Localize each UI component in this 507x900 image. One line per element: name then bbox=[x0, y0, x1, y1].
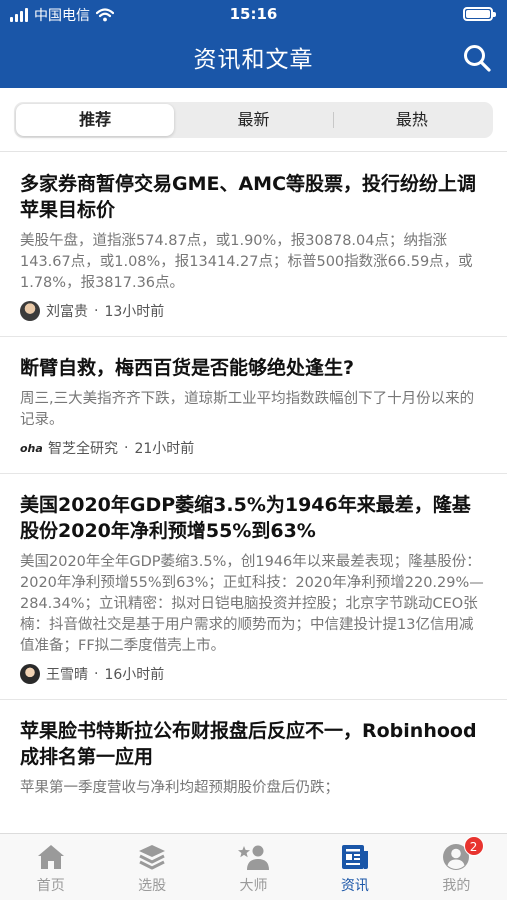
article-summary: 苹果第一季度营收与净利均超预期股价盘后仍跌； bbox=[20, 780, 339, 796]
author-name: 刘富贵 bbox=[46, 304, 88, 320]
meta-separator: · bbox=[124, 440, 129, 456]
segment-bar: 推荐 最新 最热 bbox=[0, 88, 507, 152]
tab-news[interactable]: 资讯 bbox=[304, 834, 405, 900]
article-time: 16小时前 bbox=[104, 667, 165, 683]
article-summary: 周三,三大美指齐齐下跌，道琼斯工业平均指数跌幅创下了十月份以来的记录。 bbox=[20, 391, 475, 428]
author-logo: ohai bbox=[20, 441, 42, 455]
tab-label: 我的 bbox=[442, 878, 471, 894]
segment-latest[interactable]: 最新 bbox=[174, 104, 332, 136]
article-time: 13小时前 bbox=[104, 304, 165, 320]
article-meta: 刘富贵 · 13小时前 bbox=[20, 300, 487, 322]
article-summary: 美国2020年全年GDP萎缩3.5%，创1946年以来最差表现；隆基股份：202… bbox=[20, 554, 484, 654]
article-time: 21小时前 bbox=[134, 441, 195, 457]
meta-separator: · bbox=[94, 666, 99, 682]
tab-profile[interactable]: 2 我的 bbox=[406, 834, 507, 900]
article-card[interactable]: 多家券商暂停交易GME、AMC等股票，投行纷纷上调苹果目标价 美股午盘，道指涨5… bbox=[0, 153, 507, 337]
segmented-control: 推荐 最新 最热 bbox=[14, 102, 493, 138]
article-card[interactable]: 美国2020年GDP萎缩3.5%为1946年来最差，隆基股份2020年净利预增5… bbox=[0, 474, 507, 700]
tab-master[interactable]: 大师 bbox=[203, 834, 304, 900]
notification-badge: 2 bbox=[463, 836, 484, 856]
article-meta: 王雪晴 · 16小时前 bbox=[20, 663, 487, 685]
master-icon bbox=[237, 842, 271, 872]
tab-label: 首页 bbox=[36, 878, 65, 894]
author-avatar bbox=[20, 301, 40, 321]
meta-separator: · bbox=[94, 303, 99, 319]
article-title[interactable]: 美国2020年GDP萎缩3.5%为1946年来最差，隆基股份2020年净利预增5… bbox=[20, 492, 487, 544]
layers-icon bbox=[135, 842, 169, 872]
tab-home[interactable]: 首页 bbox=[0, 834, 101, 900]
battery-icon bbox=[463, 7, 496, 21]
search-icon[interactable] bbox=[461, 42, 493, 74]
author-name: 王雪晴 bbox=[46, 667, 88, 683]
tab-label: 选股 bbox=[138, 878, 167, 894]
article-title[interactable]: 苹果脸书特斯拉公布财报盘后反应不一，Robinhood成排名第一应用 bbox=[20, 718, 487, 770]
page-title: 资讯和文章 bbox=[193, 47, 314, 73]
tab-label: 大师 bbox=[239, 878, 268, 894]
status-bar: 中国电信 15:16 bbox=[0, 0, 507, 30]
article-card[interactable]: 苹果脸书特斯拉公布财报盘后反应不一，Robinhood成排名第一应用 苹果第一季… bbox=[0, 700, 507, 799]
article-title[interactable]: 断臂自救，梅西百货是否能够绝处逢生? bbox=[20, 355, 487, 381]
tab-label: 资讯 bbox=[340, 878, 369, 894]
author-name: 智芝全研究 bbox=[48, 441, 118, 457]
tab-stock-picker[interactable]: 选股 bbox=[101, 834, 202, 900]
home-icon bbox=[34, 842, 68, 872]
app-header: 中国电信 15:16 资讯和文章 bbox=[0, 0, 507, 88]
article-card[interactable]: 断臂自救，梅西百货是否能够绝处逢生? 周三,三大美指齐齐下跌，道琼斯工业平均指数… bbox=[0, 337, 507, 474]
article-title[interactable]: 多家券商暂停交易GME、AMC等股票，投行纷纷上调苹果目标价 bbox=[20, 171, 487, 223]
article-summary: 美股午盘，道指涨574.87点，或1.90%，报30878.04点；纳指涨143… bbox=[20, 233, 473, 291]
news-icon bbox=[338, 842, 372, 872]
segment-recommended[interactable]: 推荐 bbox=[16, 104, 175, 136]
article-feed[interactable]: 多家券商暂停交易GME、AMC等股票，投行纷纷上调苹果目标价 美股午盘，道指涨5… bbox=[0, 153, 507, 833]
segment-hottest[interactable]: 最热 bbox=[332, 104, 491, 136]
status-time: 15:16 bbox=[229, 5, 278, 23]
bottom-tab-bar: 首页 选股 大师 资讯 2 我的 bbox=[0, 833, 507, 900]
author-avatar bbox=[20, 664, 40, 684]
article-meta: ohai 智芝全研究 · 21小时前 bbox=[20, 437, 487, 459]
